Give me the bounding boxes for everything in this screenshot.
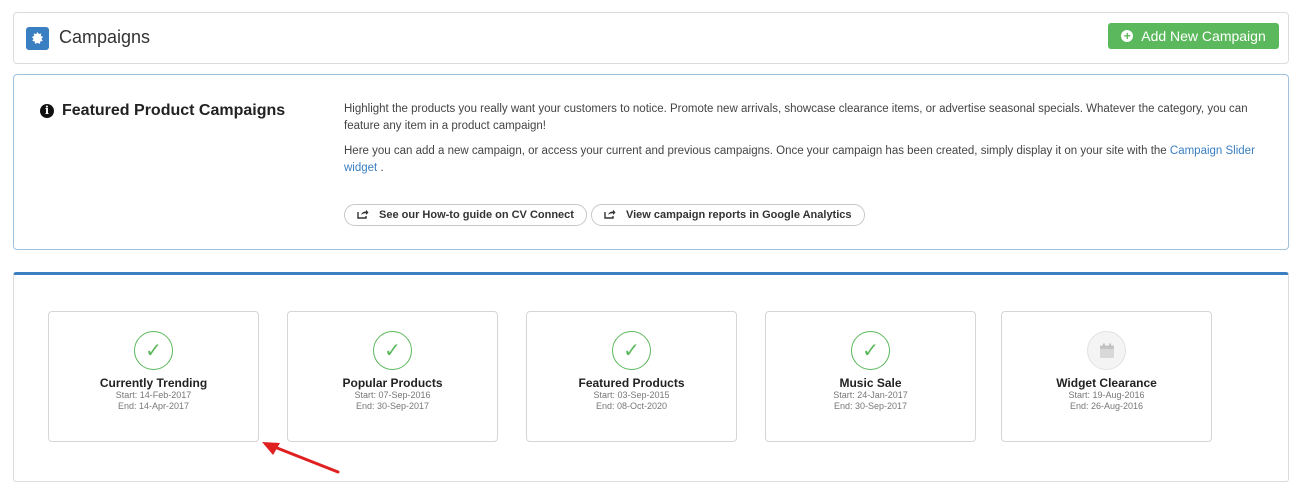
- campaign-start-date: Start: 24-Jan-2017: [833, 390, 908, 400]
- info-paragraph-2: Here you can add a new campaign, or acce…: [344, 143, 1269, 177]
- campaign-card[interactable]: Widget Clearance Start: 19-Aug-2016 End:…: [1001, 311, 1212, 442]
- campaigns-panel: ✓ Currently Trending Start: 14-Feb-2017 …: [13, 272, 1289, 482]
- campaign-card[interactable]: ✓ Currently Trending Start: 14-Feb-2017 …: [48, 311, 259, 442]
- calendar-icon: [1087, 331, 1126, 370]
- campaign-card[interactable]: ✓ Music Sale Start: 24-Jan-2017 End: 30-…: [765, 311, 976, 442]
- google-analytics-reports-label: View campaign reports in Google Analytic…: [625, 209, 852, 221]
- check-icon: ✓: [134, 331, 173, 370]
- add-new-campaign-label: Add New Campaign: [1141, 28, 1266, 44]
- campaign-start-date: Start: 19-Aug-2016: [1068, 390, 1145, 400]
- check-icon: ✓: [851, 331, 890, 370]
- campaign-name: Popular Products: [342, 376, 443, 390]
- campaign-end-date: End: 14-Apr-2017: [117, 401, 190, 411]
- check-icon: ✓: [612, 331, 651, 370]
- info-paragraph-2-text: Here you can add a new campaign, or acce…: [344, 145, 1167, 157]
- page-title: Campaigns: [59, 27, 151, 47]
- header-bar: Campaigns + Add New Campaign: [13, 12, 1289, 64]
- annotation-arrow-icon: [262, 442, 340, 474]
- campaign-end-date: End: 08-Oct-2020: [595, 401, 668, 411]
- campaigns-badge-icon: [26, 27, 49, 50]
- campaign-name: Featured Products: [578, 376, 685, 390]
- campaign-card[interactable]: ✓ Featured Products Start: 03-Sep-2015 E…: [526, 311, 737, 442]
- how-to-guide-button[interactable]: See our How-to guide on CV Connect: [344, 204, 587, 226]
- plus-circle-icon: +: [1121, 30, 1134, 42]
- campaign-name: Music Sale: [839, 376, 902, 390]
- google-analytics-reports-button[interactable]: View campaign reports in Google Analytic…: [590, 204, 865, 226]
- campaign-start-date: Start: 03-Sep-2015: [593, 390, 670, 400]
- how-to-guide-label: See our How-to guide on CV Connect: [379, 209, 574, 221]
- campaign-name: Widget Clearance: [1056, 376, 1157, 390]
- campaign-card[interactable]: ✓ Popular Products Start: 07-Sep-2016 En…: [287, 311, 498, 442]
- external-link-icon: [357, 209, 369, 222]
- add-new-campaign-button[interactable]: + Add New Campaign: [1108, 23, 1279, 49]
- info-description: Highlight the products you really want y…: [344, 101, 1269, 185]
- info-paragraph-1: Highlight the products you really want y…: [344, 103, 1248, 132]
- campaign-start-date: Start: 07-Sep-2016: [354, 390, 431, 400]
- campaign-start-date: Start: 14-Feb-2017: [115, 390, 192, 400]
- info-paragraph-2-suffix: .: [380, 162, 384, 174]
- check-icon: ✓: [373, 331, 412, 370]
- external-link-icon: [604, 209, 616, 222]
- campaign-end-date: End: 30-Sep-2017: [355, 401, 430, 411]
- campaign-end-date: End: 30-Sep-2017: [833, 401, 908, 411]
- info-panel: i Featured Product Campaigns Highlight t…: [13, 74, 1289, 250]
- info-button-row: See our How-to guide on CV Connect View …: [344, 204, 865, 226]
- info-icon: i: [40, 104, 54, 118]
- campaign-end-date: End: 26-Aug-2016: [1069, 401, 1144, 411]
- campaign-name: Currently Trending: [99, 376, 208, 390]
- info-title: i Featured Product Campaigns: [40, 102, 285, 120]
- info-title-text: Featured Product Campaigns: [62, 102, 286, 119]
